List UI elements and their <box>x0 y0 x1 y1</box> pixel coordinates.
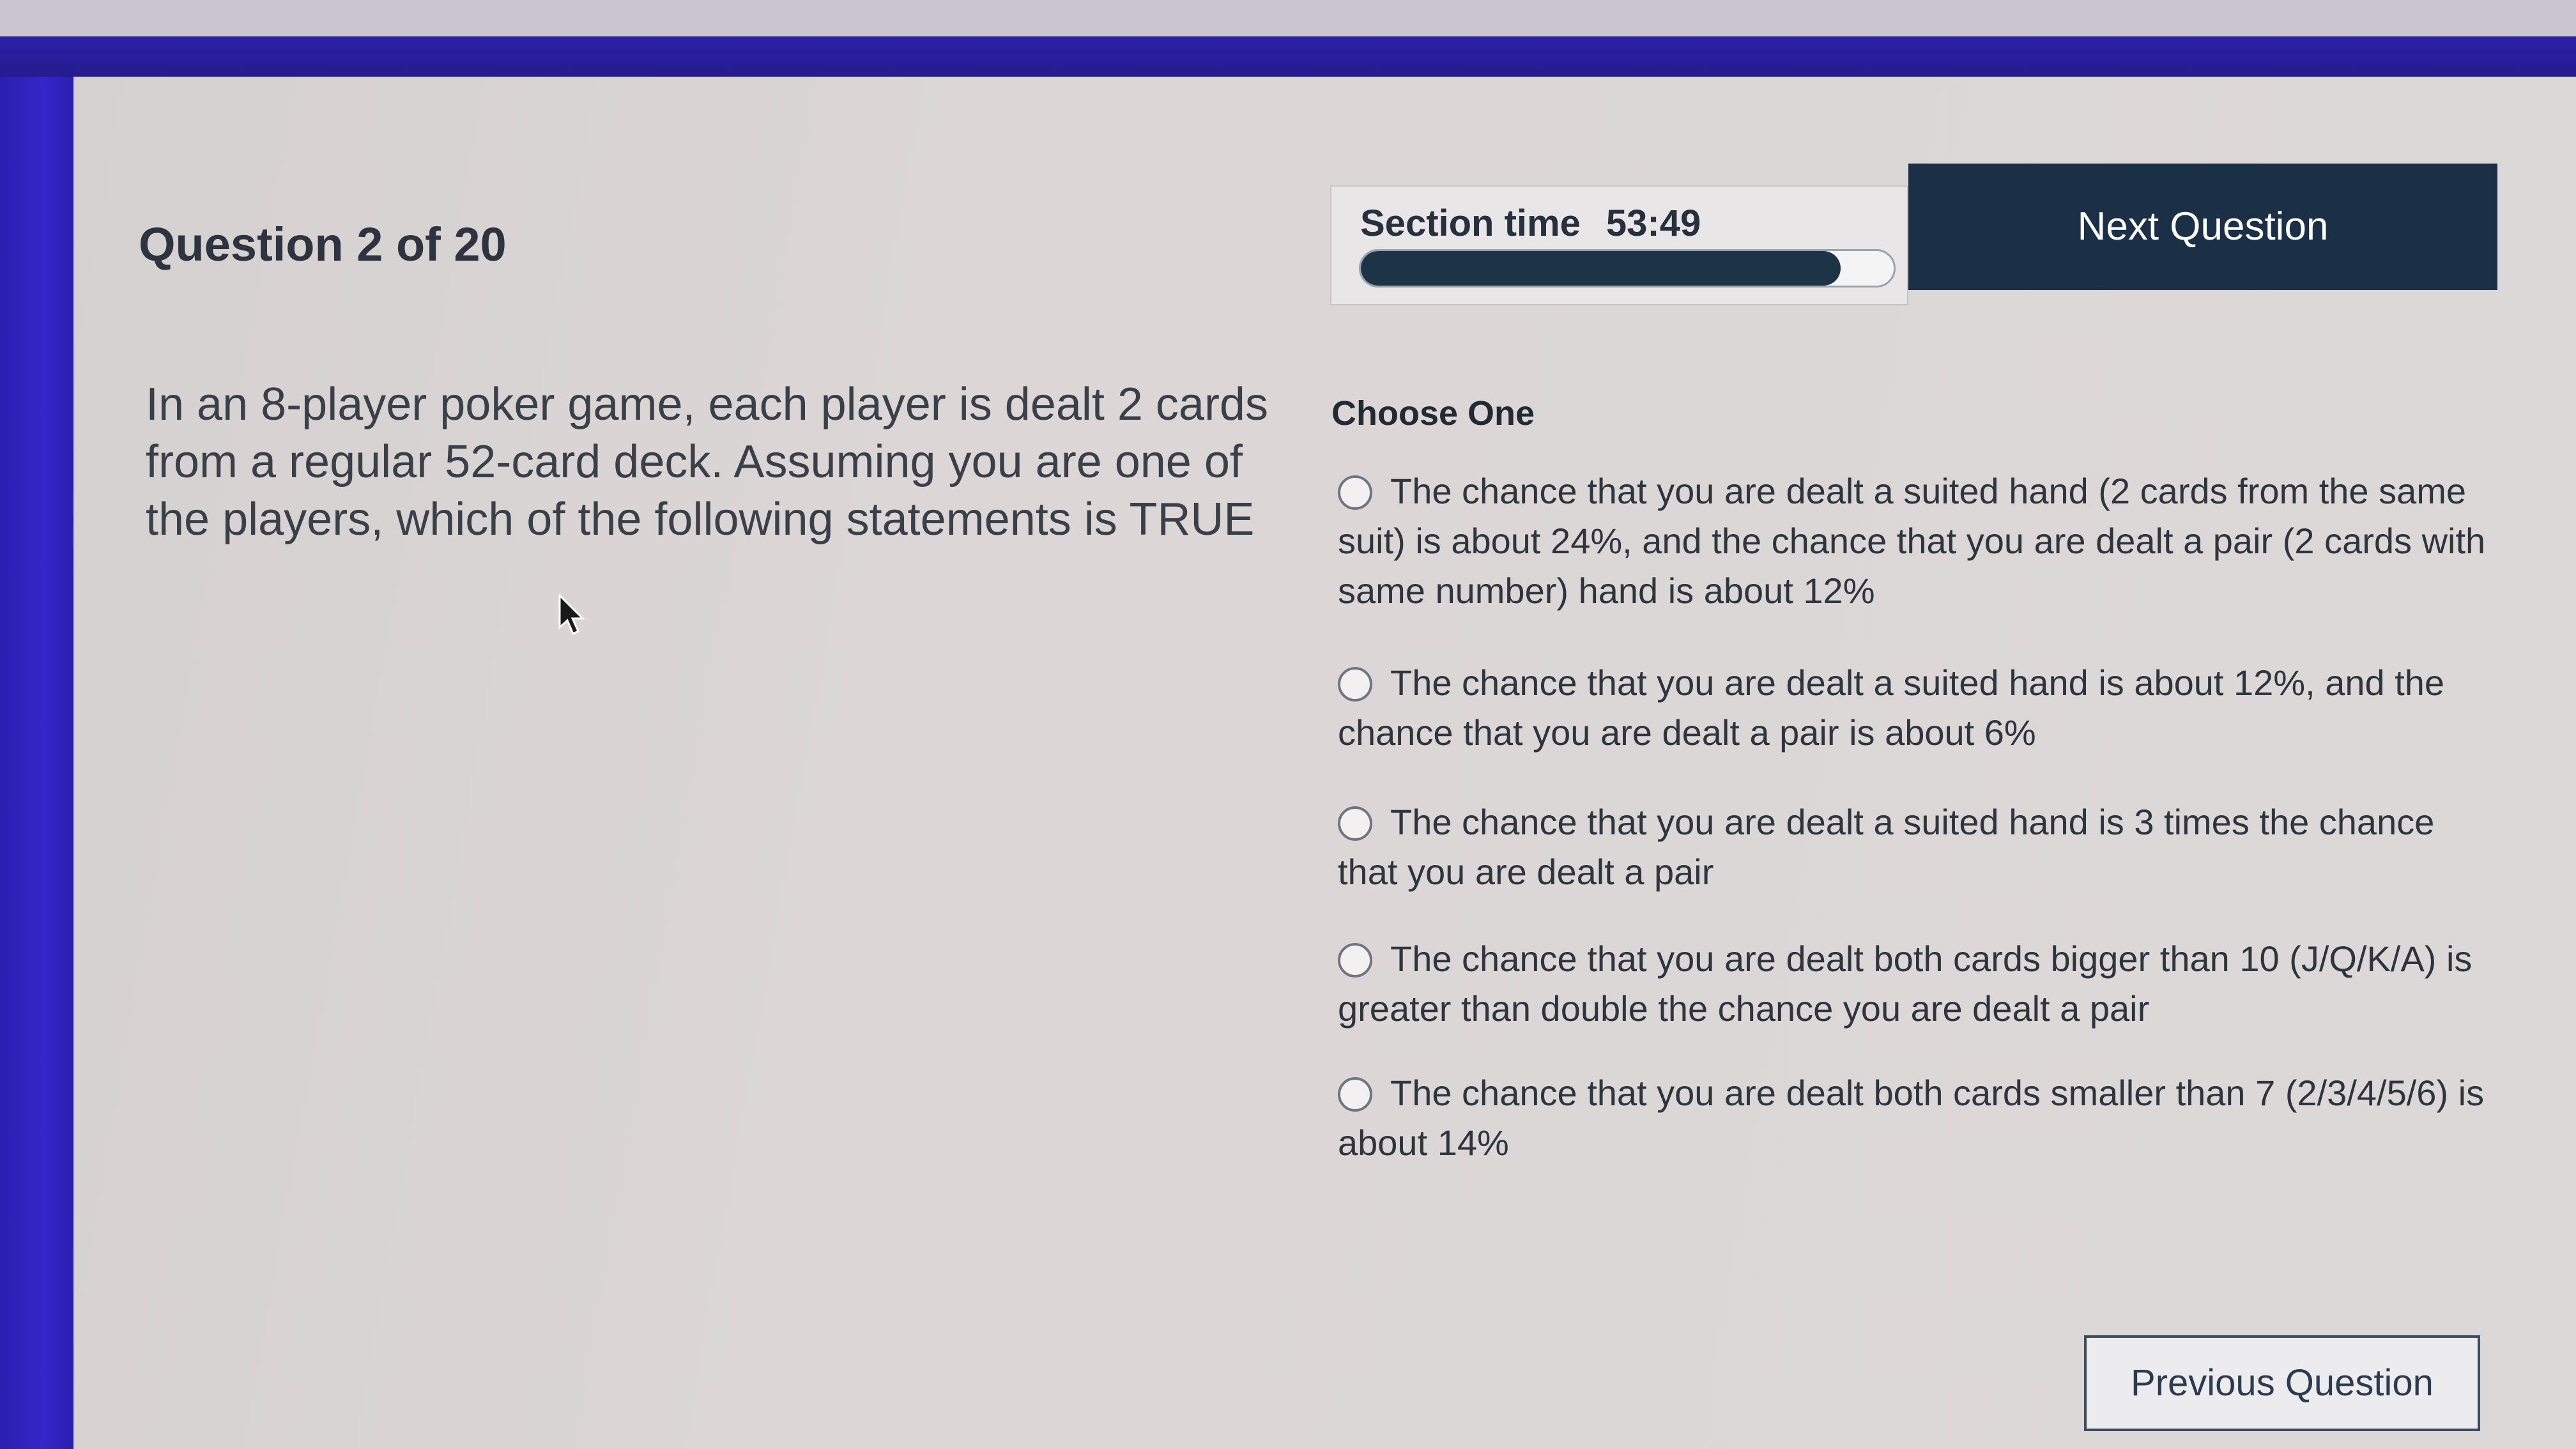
choose-one-label: Choose One <box>1331 394 1535 433</box>
section-time-label: Section time <box>1360 203 1581 244</box>
monitor-bezel-left <box>0 77 73 1449</box>
answer-option-4[interactable]: The chance that you are dealt both cards… <box>1338 934 2488 1034</box>
answer-option-3[interactable]: The chance that you are dealt a suited h… <box>1338 797 2488 897</box>
radio-unselected-icon[interactable] <box>1338 943 1372 977</box>
monitor-bezel-top <box>0 0 2576 80</box>
answer-option-label: The chance that you are dealt both cards… <box>1338 939 2472 1029</box>
previous-question-button[interactable]: Previous Question <box>2084 1335 2480 1431</box>
section-timer: Section time 53:49 <box>1330 185 1908 305</box>
mouse-pointer-icon <box>558 594 585 636</box>
question-counter: Question 2 of 20 <box>139 218 507 271</box>
answer-option-label: The chance that you are dealt a suited h… <box>1338 663 2445 753</box>
answer-option-2[interactable]: The chance that you are dealt a suited h… <box>1338 658 2488 758</box>
radio-unselected-icon[interactable] <box>1338 806 1372 841</box>
answer-option-label: The chance that you are dealt both cards… <box>1338 1073 2485 1163</box>
section-time-text: Section time 53:49 <box>1360 202 1701 245</box>
next-question-button[interactable]: Next Question <box>1908 164 2497 290</box>
time-progress-fill <box>1361 251 1841 286</box>
answer-option-5[interactable]: The chance that you are dealt both cards… <box>1338 1068 2488 1168</box>
answer-option-1[interactable]: The chance that you are dealt a suited h… <box>1338 466 2488 616</box>
answer-option-label: The chance that you are dealt a suited h… <box>1338 802 2435 892</box>
radio-unselected-icon[interactable] <box>1338 1077 1372 1112</box>
question-text: In an 8-player poker game, each player i… <box>146 379 1268 545</box>
time-progress-bar <box>1359 249 1896 288</box>
answer-option-label: The chance that you are dealt a suited h… <box>1338 471 2486 611</box>
section-time-value: 53:49 <box>1606 203 1701 244</box>
radio-unselected-icon[interactable] <box>1338 667 1372 702</box>
radio-unselected-icon[interactable] <box>1338 475 1372 510</box>
